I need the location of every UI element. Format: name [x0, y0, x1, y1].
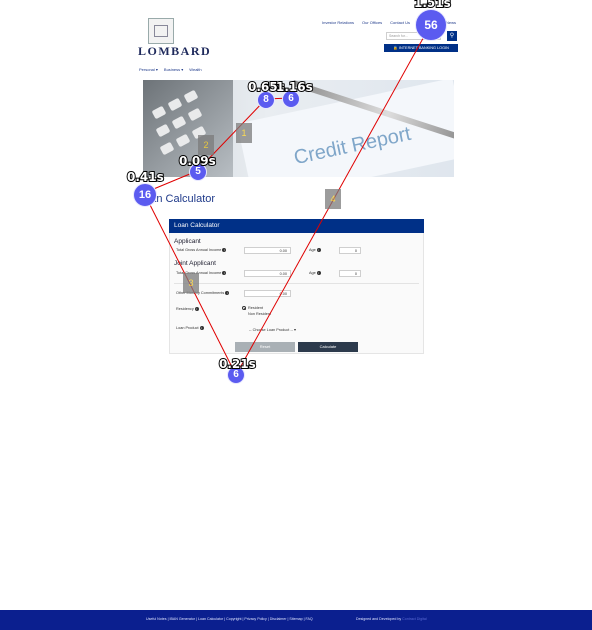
nav-wealth[interactable]: Wealth — [189, 67, 201, 72]
nav-personal[interactable]: Personal ▾ — [139, 67, 158, 72]
fixation-circle: 56 — [415, 9, 447, 41]
info-icon[interactable]: i — [316, 271, 321, 275]
internet-banking-login-button[interactable]: 🔒 INTERNET BANKING LOGIN — [384, 44, 458, 52]
our-offices-link[interactable]: Our Offices — [362, 20, 382, 25]
divider — [174, 283, 419, 284]
main-nav: Personal ▾ Business ▾ Wealth — [139, 67, 202, 72]
reset-button[interactable]: Reset — [235, 342, 295, 352]
login-label: INTERNET BANKING LOGIN — [398, 46, 449, 50]
joint-age-field[interactable]: 0 — [339, 270, 361, 277]
joint-income-field[interactable]: 0.00 — [244, 270, 291, 277]
resident-radio[interactable] — [242, 306, 246, 310]
nav-business[interactable]: Business ▾ — [164, 67, 183, 72]
applicant-heading: Applicant — [174, 238, 201, 245]
applicant-age-label: Age i — [309, 248, 321, 252]
info-icon[interactable]: i — [199, 326, 204, 330]
fixation-circle: 16 — [133, 183, 157, 207]
info-icon[interactable]: i — [316, 248, 321, 252]
commitments-field[interactable]: 0.00 — [244, 290, 291, 297]
loan-calculator-panel — [169, 219, 424, 354]
residency-label: Residency i — [176, 307, 199, 311]
step-marker: 2 — [198, 135, 214, 155]
logo-text[interactable]: LOMBARD — [138, 44, 211, 59]
info-icon[interactable]: i — [194, 307, 199, 311]
investor-relations-link[interactable]: Investor Relations — [322, 20, 354, 25]
joint-applicant-heading: Joint Applicant — [174, 260, 216, 267]
non-resident-label[interactable]: Non Resident — [248, 312, 271, 316]
applicant-income-field[interactable]: 0.00 — [244, 247, 291, 254]
fixation-time: 0.41s — [126, 169, 165, 185]
info-icon[interactable]: i — [222, 271, 227, 275]
calculate-button[interactable]: Calculate — [298, 342, 358, 352]
step-marker: 4 — [325, 189, 341, 209]
info-icon[interactable]: i — [222, 248, 227, 252]
step-marker: 1 — [236, 123, 252, 143]
news-link[interactable]: News — [446, 20, 456, 25]
applicant-age-field[interactable]: 0 — [339, 247, 361, 254]
lombard-logo-icon[interactable] — [148, 18, 174, 44]
fixation-time: 1.16s — [275, 79, 314, 95]
search-button[interactable]: ⚲ — [447, 31, 457, 41]
loan-product-label: Loan Product i — [176, 326, 204, 330]
fixation-time: 0.09s — [178, 153, 217, 169]
footer-credit: Designed and Developed by Contract Digit… — [356, 617, 427, 621]
contact-us-link[interactable]: Contact Us — [390, 20, 410, 25]
footer-links[interactable]: Useful Notes | IBAN Generator | Loan Cal… — [146, 617, 313, 621]
info-icon[interactable]: i — [225, 291, 230, 295]
applicant-income-label: Total Gross Annual Income i — [176, 248, 227, 252]
loan-product-select[interactable]: -- Choose Loan Product -- ▾ — [249, 327, 296, 332]
fixation-time: 1.51s — [413, 0, 452, 11]
panel-title: Loan Calculator — [169, 219, 424, 233]
resident-label[interactable]: Resident — [248, 306, 263, 310]
step-marker: 3 — [183, 273, 199, 293]
credit-link[interactable]: Contract Digital — [402, 617, 427, 621]
fixation-time: 0.21s — [218, 356, 257, 372]
search-icon: ⚲ — [449, 33, 455, 39]
joint-age-label: Age i — [309, 271, 321, 275]
